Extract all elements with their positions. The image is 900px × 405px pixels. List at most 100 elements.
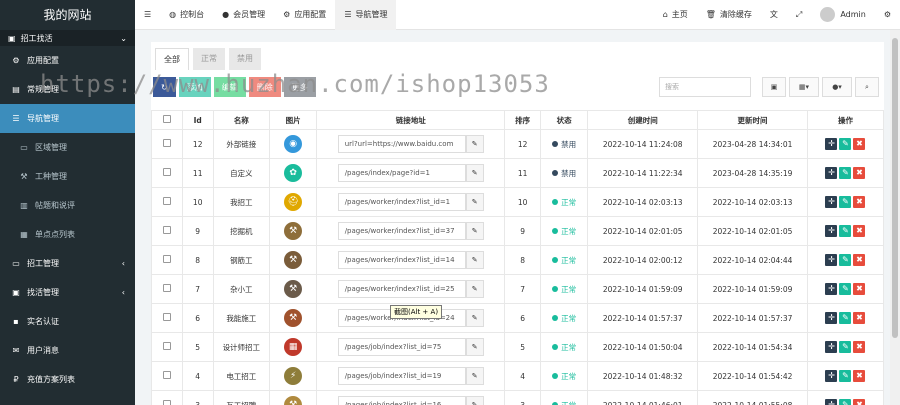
- link-input[interactable]: /pages/worker/index?list_id=25: [337, 280, 466, 298]
- link-input[interactable]: /pages/index/page?id=1: [337, 164, 466, 182]
- link-picker-button[interactable]: ✎: [465, 193, 484, 211]
- drag-sort-button[interactable]: ✛: [825, 254, 838, 266]
- delete-row-button[interactable]: ✖: [853, 370, 866, 382]
- sidebar-item-8[interactable]: ▣ 找活管理 ‹: [0, 278, 135, 307]
- helmet-icon[interactable]: ⛑: [284, 193, 303, 211]
- sidebar-item-2[interactable]: ☰ 导航管理: [0, 104, 135, 133]
- delete-row-button[interactable]: ✖: [853, 196, 866, 208]
- link-picker-button[interactable]: ✎: [465, 396, 484, 405]
- top-menu-item-2[interactable]: ⚙ 应用配置: [274, 0, 335, 30]
- delete-row-button[interactable]: ✖: [853, 283, 866, 295]
- electric-icon[interactable]: ⚡: [284, 367, 303, 385]
- tab-2[interactable]: 禁用: [229, 48, 261, 70]
- edit-row-button[interactable]: ✎: [839, 399, 852, 405]
- edit-row-button[interactable]: ✎: [839, 312, 852, 324]
- row-checkbox[interactable]: [162, 284, 171, 292]
- delete-row-button[interactable]: ✖: [853, 167, 866, 179]
- delete-row-button[interactable]: ✖: [853, 312, 866, 324]
- row-checkbox[interactable]: [162, 371, 171, 379]
- edit-row-button[interactable]: ✎: [839, 167, 852, 179]
- link-input[interactable]: url?url=https://www.baidu.com: [337, 135, 466, 153]
- link-input[interactable]: /pages/job/index?list_id=75: [337, 338, 466, 356]
- drag-sort-button[interactable]: ✛: [825, 312, 838, 324]
- user-menu[interactable]: Admin: [811, 0, 875, 30]
- delete-row-button[interactable]: ✖: [853, 138, 866, 150]
- scrollbar-thumb[interactable]: [892, 38, 898, 338]
- site-title[interactable]: 我的网站: [0, 0, 135, 30]
- drag-sort-button[interactable]: ✛: [825, 167, 838, 179]
- top-menu-item-0[interactable]: ◍ 控制台: [160, 0, 213, 30]
- drag-sort-button[interactable]: ✛: [825, 283, 838, 295]
- delete-row-button[interactable]: ✖: [853, 254, 866, 266]
- drag-sort-button[interactable]: ✛: [825, 341, 838, 353]
- edit-row-button[interactable]: ✎: [839, 138, 852, 150]
- link-picker-button[interactable]: ✎: [465, 338, 484, 356]
- row-checkbox[interactable]: [162, 168, 171, 176]
- row-checkbox[interactable]: [162, 400, 171, 405]
- sidebar-item-11[interactable]: ₽ 充值方案列表: [0, 365, 135, 394]
- scrollbar[interactable]: [890, 30, 900, 405]
- edit-row-button[interactable]: ✎: [839, 341, 852, 353]
- delete-row-button[interactable]: ✖: [853, 225, 866, 237]
- edit-row-button[interactable]: ✎: [839, 225, 852, 237]
- columns-button[interactable]: ▦▾: [789, 77, 819, 97]
- crane-icon[interactable]: ⚒: [284, 222, 303, 240]
- menu-toggle-button[interactable]: ☰: [135, 0, 160, 30]
- link-picker-button[interactable]: ✎: [465, 309, 484, 327]
- tab-1[interactable]: 正常: [193, 48, 225, 70]
- sidebar-item-5[interactable]: ▥ 帖题和说评: [0, 191, 135, 220]
- link-input[interactable]: /pages/job/index?list_id=19: [337, 367, 466, 385]
- sidebar-item-10[interactable]: ✉ 用户消息: [0, 336, 135, 365]
- link-input[interactable]: /pages/worker/index?list_id=37: [337, 222, 466, 240]
- drag-sort-button[interactable]: ✛: [825, 399, 838, 405]
- delete-row-button[interactable]: ✖: [853, 341, 866, 353]
- row-checkbox[interactable]: [162, 139, 171, 147]
- sidebar-item-6[interactable]: ▦ 单点点列表: [0, 220, 135, 249]
- fullscreen-button[interactable]: ⤢: [787, 0, 811, 30]
- sidebar-group-header[interactable]: ▣ 招工找活 ⌄: [0, 30, 135, 46]
- row-checkbox[interactable]: [162, 197, 171, 205]
- edit-row-button[interactable]: ✎: [839, 370, 852, 382]
- drag-sort-button[interactable]: ✛: [825, 370, 838, 382]
- link-picker-button[interactable]: ✎: [465, 164, 484, 182]
- search-button[interactable]: ⌕: [855, 77, 879, 97]
- drag-sort-button[interactable]: ✛: [825, 138, 838, 150]
- hammer-icon[interactable]: ⚒: [284, 309, 303, 327]
- worker-icon[interactable]: ⚒: [284, 280, 303, 298]
- row-checkbox[interactable]: [162, 226, 171, 234]
- row-checkbox[interactable]: [162, 342, 171, 350]
- column-header[interactable]: [151, 110, 183, 130]
- sidebar-item-3[interactable]: ▭ 区域管理: [0, 133, 135, 162]
- tab-0[interactable]: 全部: [155, 48, 189, 70]
- drag-sort-button[interactable]: ✛: [825, 196, 838, 208]
- sidebar-item-7[interactable]: ▭ 招工管理 ‹: [0, 249, 135, 278]
- translate-button[interactable]: 文: [761, 0, 787, 30]
- sidebar-item-4[interactable]: ⚒ 工种管理: [0, 162, 135, 191]
- link-picker-button[interactable]: ✎: [465, 280, 484, 298]
- toggle-view-button[interactable]: ▣: [762, 77, 786, 97]
- worker-icon[interactable]: ⚒: [284, 251, 303, 269]
- sidebar-item-9[interactable]: ▪ 实名认证: [0, 307, 135, 336]
- palette-icon[interactable]: ✿: [284, 164, 303, 182]
- select-all-checkbox[interactable]: [162, 115, 171, 123]
- edit-row-button[interactable]: ✎: [839, 196, 852, 208]
- trowel-icon[interactable]: ⚒: [284, 396, 303, 405]
- top-menu-item-1[interactable]: ● 会员管理: [213, 0, 274, 30]
- link-picker-button[interactable]: ✎: [465, 251, 484, 269]
- row-checkbox[interactable]: [162, 255, 171, 263]
- delete-row-button[interactable]: ✖: [853, 399, 866, 405]
- link-input[interactable]: /pages/worker/index?list_id=1: [337, 193, 466, 211]
- link-picker-button[interactable]: ✎: [465, 222, 484, 240]
- drag-sort-button[interactable]: ✛: [825, 225, 838, 237]
- top-menu-item-3[interactable]: ☰ 导航管理: [335, 0, 397, 30]
- blueprint-icon[interactable]: ▦: [284, 338, 303, 356]
- export-button[interactable]: ●▾: [822, 77, 852, 97]
- search-input[interactable]: 搜索: [659, 77, 751, 97]
- home-link[interactable]: ⌂ 主页: [654, 0, 697, 30]
- link-input[interactable]: /pages/worker/index?list_id=14: [337, 251, 466, 269]
- browser-icon[interactable]: ◉: [284, 135, 303, 153]
- link-picker-button[interactable]: ✎: [465, 367, 484, 385]
- link-picker-button[interactable]: ✎: [465, 135, 484, 153]
- edit-row-button[interactable]: ✎: [839, 254, 852, 266]
- clear-cache-button[interactable]: 🗑 清除缓存: [697, 0, 761, 30]
